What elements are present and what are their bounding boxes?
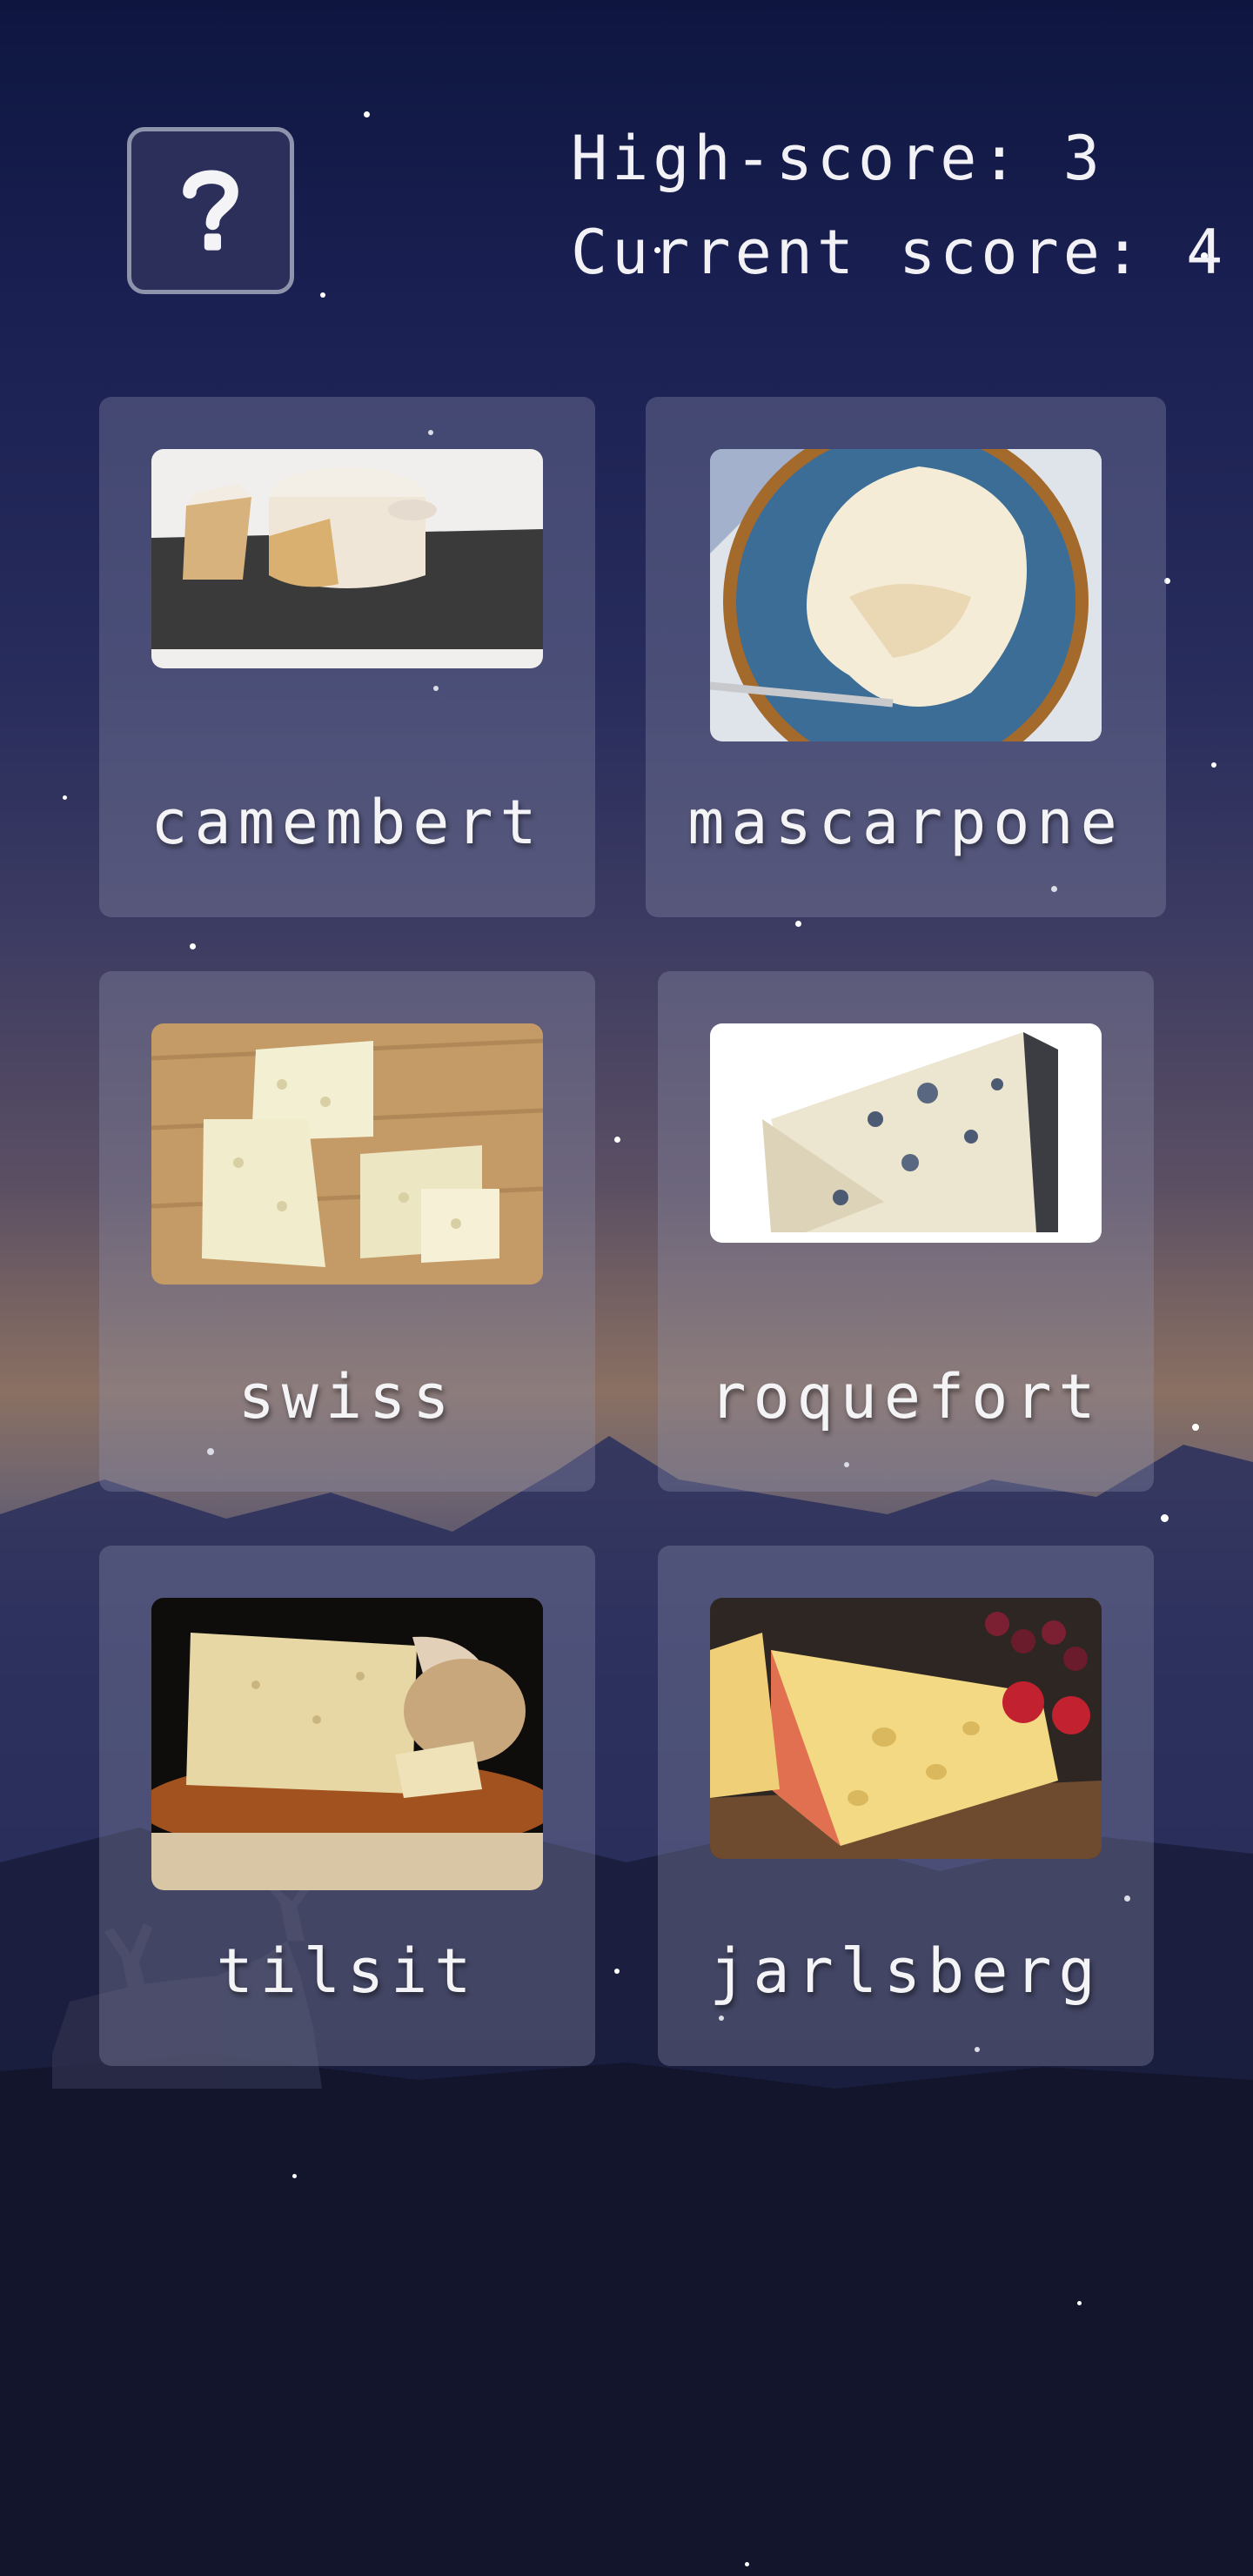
score-panel: High-score: 3 Current score: 4 [571, 111, 1227, 299]
cheese-card-mascarpone[interactable]: mascarpone [646, 397, 1166, 917]
cheese-card-tilsit[interactable]: tilsit [99, 1546, 595, 2066]
cheese-card-swiss[interactable]: swiss [99, 971, 595, 1492]
card-label: roquefort [709, 1361, 1102, 1432]
roquefort-photo [710, 1023, 1102, 1243]
card-label: camembert [151, 787, 544, 858]
card-label: mascarpone [687, 787, 1124, 858]
mascarpone-photo [710, 449, 1102, 741]
card-label: jarlsberg [709, 1935, 1102, 2007]
tilsit-photo [151, 1598, 543, 1890]
card-label: tilsit [216, 1935, 479, 2007]
question-mark-icon [183, 170, 238, 251]
help-button[interactable] [127, 127, 294, 294]
swiss-photo [151, 1023, 543, 1285]
cheese-card-jarlsberg[interactable]: jarlsberg [658, 1546, 1154, 2066]
camembert-photo [151, 449, 543, 668]
current-score: Current score: 4 [571, 217, 1228, 288]
jarlsberg-photo [710, 1598, 1102, 1859]
card-label: swiss [238, 1361, 457, 1432]
cheese-card-camembert[interactable]: camembert [99, 397, 595, 917]
high-score: High-score: 3 [571, 123, 1104, 194]
cheese-card-roquefort[interactable]: roquefort [658, 971, 1154, 1492]
